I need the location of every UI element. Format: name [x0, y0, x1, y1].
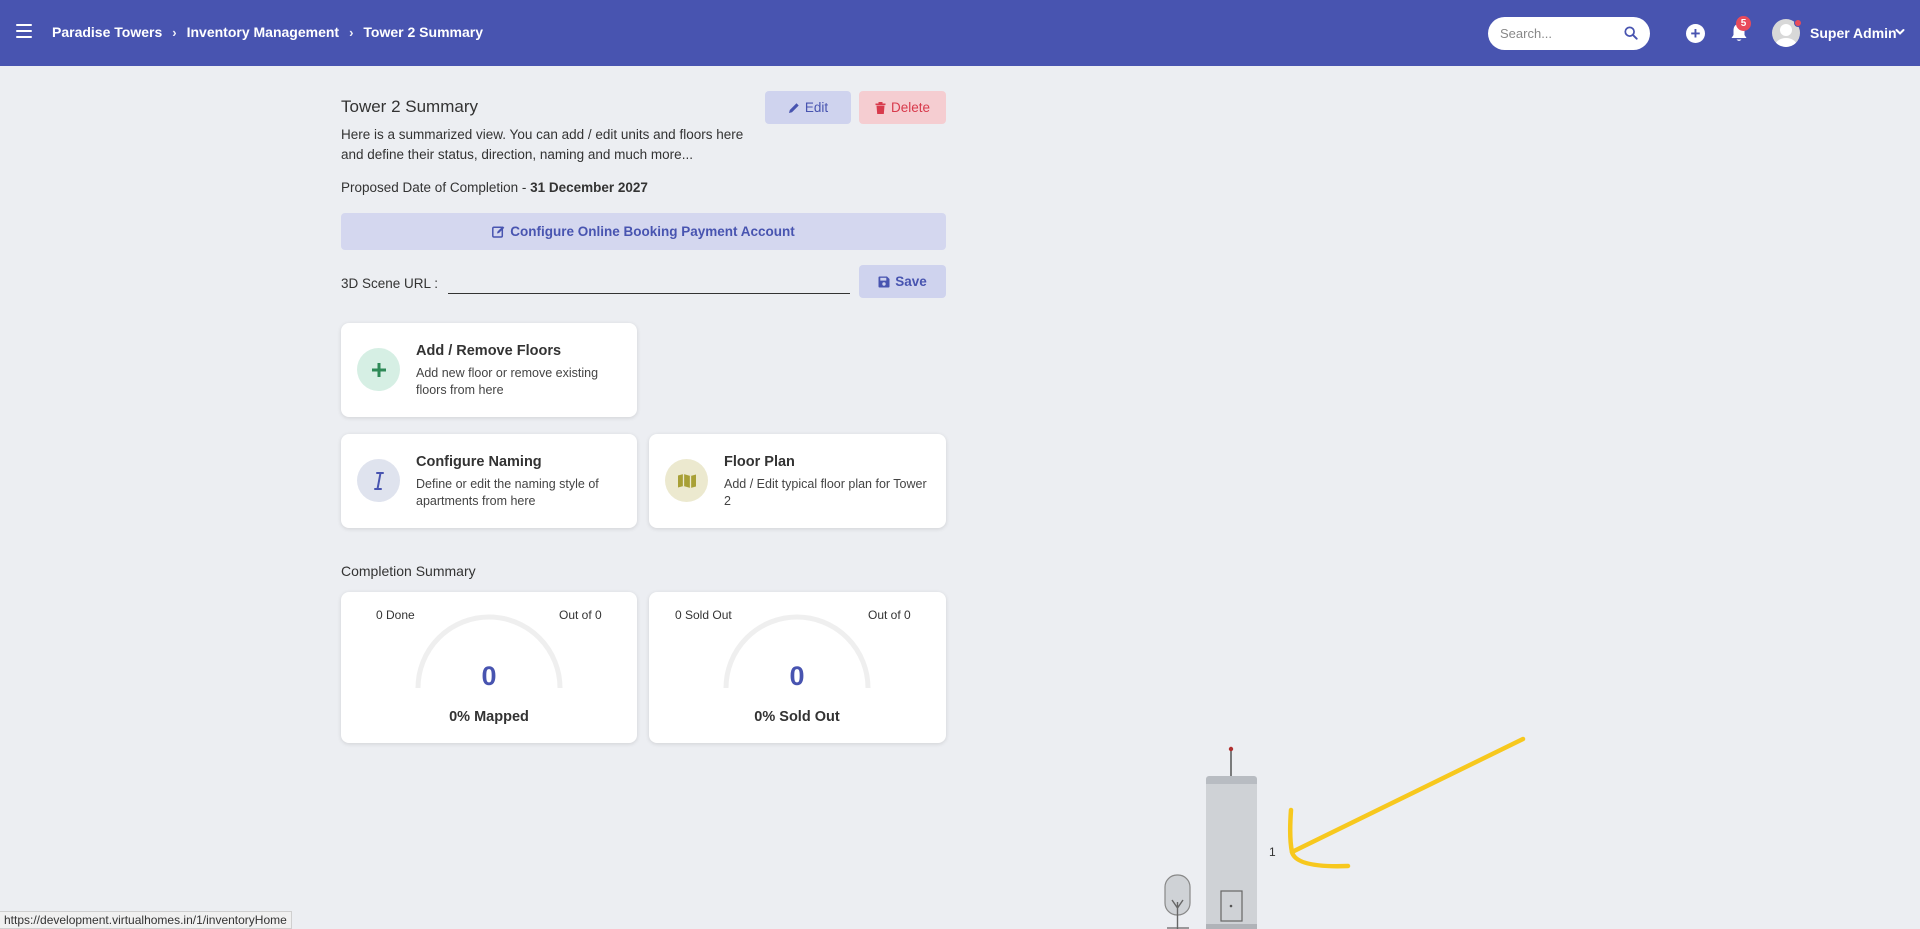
add-remove-floors-card[interactable]: Add / Remove Floors Add new floor or rem… [341, 323, 637, 417]
configure-payment-label: Configure Online Booking Payment Account [510, 224, 795, 239]
menu-icon[interactable] [16, 24, 32, 40]
card-description: Add new floor or remove existing floors … [416, 366, 599, 397]
card-description: Add / Edit typical floor plan for Tower … [724, 477, 927, 508]
scene-url-input[interactable] [448, 270, 850, 294]
trash-icon [875, 101, 886, 114]
sold-gauge-card: 0 Sold Out Out of 0 0 0% Sold Out [649, 592, 946, 743]
floors-icon-circle [357, 348, 400, 391]
configure-payment-button[interactable]: Configure Online Booking Payment Account [341, 213, 946, 250]
edit-button-label: Edit [804, 100, 829, 115]
scene-url-label: 3D Scene URL : [341, 276, 439, 291]
edit-square-icon [492, 226, 505, 238]
sold-value: 0 [789, 661, 805, 691]
antenna-light [1228, 746, 1234, 752]
configure-naming-card[interactable]: Configure Naming Define or edit the nami… [341, 434, 637, 528]
breadcrumb-separator: › [349, 24, 354, 40]
breadcrumb-current-page: Tower 2 Summary [363, 24, 483, 40]
card-description: Define or edit the naming style of apart… [416, 477, 599, 508]
card-title: Floor Plan [724, 454, 795, 470]
floppy-disk-icon [878, 276, 890, 287]
status-bar-url: https://development.virtualhomes.in/1/in… [0, 911, 292, 929]
edit-button[interactable]: Edit [765, 91, 851, 124]
breadcrumb: Paradise Towers › Inventory Management ›… [52, 24, 483, 40]
italic-i-icon [373, 471, 384, 490]
add-icon[interactable]: + [1686, 24, 1705, 43]
breadcrumb-inventory-management[interactable]: Inventory Management [187, 24, 339, 40]
search-box [1488, 17, 1650, 50]
top-navbar: Paradise Towers › Inventory Management ›… [0, 0, 1920, 66]
plus-icon [371, 362, 386, 377]
door-knob [1229, 904, 1233, 908]
pencil-icon [788, 102, 799, 113]
delete-button-label: Delete [890, 100, 931, 115]
chevron-down-icon[interactable] [1895, 27, 1905, 37]
completion-date: Proposed Date of Completion - 31 Decembe… [341, 180, 648, 195]
floorplan-icon-circle [665, 459, 708, 502]
search-input[interactable] [1500, 26, 1620, 41]
floor-number-label: 1 [1269, 845, 1276, 859]
page-description: Here is a summarized view. You can add /… [341, 127, 744, 162]
mapped-gauge-card: 0 Done Out of 0 0 0% Mapped [341, 592, 637, 743]
search-icon[interactable] [1624, 26, 1638, 40]
card-title: Configure Naming [416, 454, 542, 470]
save-button-label: Save [895, 274, 927, 289]
tower-base [1206, 924, 1257, 929]
map-icon [677, 473, 696, 488]
completion-date-label: Proposed Date of Completion - [341, 180, 531, 195]
card-title: Add / Remove Floors [416, 343, 562, 359]
save-button[interactable]: Save [859, 265, 946, 298]
building-illustration [1164, 746, 1257, 929]
breadcrumb-paradise-towers[interactable]: Paradise Towers [52, 24, 162, 40]
tower-body [1206, 784, 1257, 929]
mapped-value: 0 [481, 661, 497, 691]
completion-summary-title: Completion Summary [341, 563, 476, 579]
breadcrumb-separator: › [172, 24, 177, 40]
user-name[interactable]: Super Admin [1810, 25, 1897, 41]
online-status-dot [1794, 19, 1802, 27]
completion-date-value: 31 December 2027 [530, 180, 648, 195]
naming-icon-circle [357, 459, 400, 502]
floor-plan-card[interactable]: Floor Plan Add / Edit typical floor plan… [649, 434, 946, 528]
mapped-caption: 0% Mapped [449, 709, 529, 725]
notification-badge: 5 [1736, 16, 1751, 31]
sold-caption: 0% Sold Out [754, 709, 840, 725]
annotation-arrow [1287, 736, 1526, 869]
delete-button[interactable]: Delete [859, 91, 946, 124]
page-title: Tower 2 Summary [341, 97, 478, 116]
